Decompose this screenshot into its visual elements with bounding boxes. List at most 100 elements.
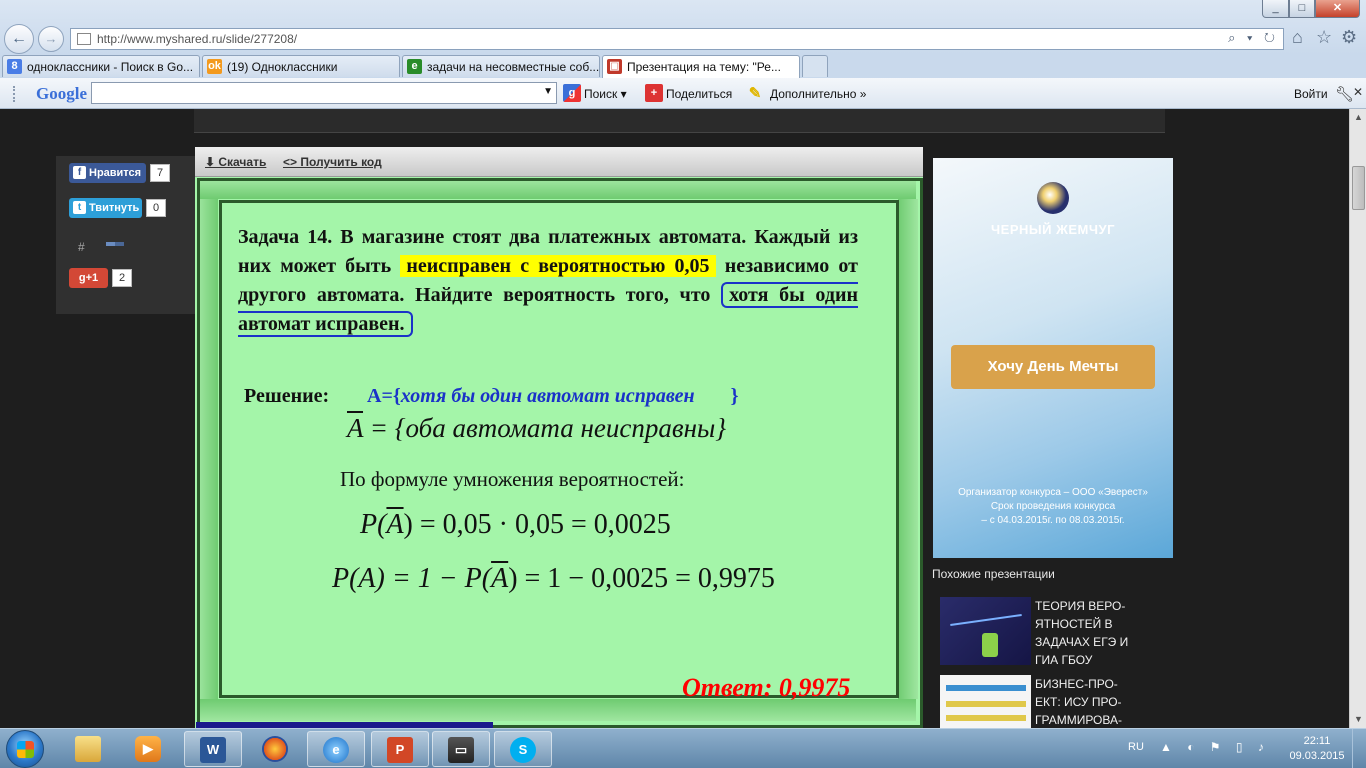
taskbar-explorer[interactable] xyxy=(60,731,118,767)
odnoklassniki-favicon-icon: ok xyxy=(207,59,222,74)
dropdown-arrow-icon[interactable]: ▼ xyxy=(543,86,553,97)
ad-cta-button[interactable]: Хочу День Мечты xyxy=(951,345,1155,389)
video-icon: ▭ xyxy=(448,737,474,763)
ad-banner[interactable]: ЧЕРНЫЙ ЖЕМЧУГ Хочу День Мечты Организато… xyxy=(933,158,1173,558)
forward-button[interactable]: → xyxy=(38,26,64,52)
toolbar-grip-icon[interactable] xyxy=(13,86,17,102)
search-button[interactable]: Поиск ▾ xyxy=(584,87,627,101)
scroll-up-icon[interactable]: ▲ xyxy=(1350,109,1366,126)
similar-title[interactable]: БИЗНЕС-ПРО-ЕКТ: ИСУ ПРО-ГРАММИРОВА- xyxy=(1035,675,1135,728)
scroll-down-icon[interactable]: ▼ xyxy=(1350,711,1366,728)
tab-label: (19) Одноклассники xyxy=(227,60,338,74)
google-plus-button[interactable]: g+1 xyxy=(69,268,108,288)
language-indicator[interactable]: RU xyxy=(1128,741,1144,753)
event-a: A={хотя бы один автомат исправен} xyxy=(367,385,739,408)
clock[interactable]: 22:11 09.03.2015 xyxy=(1288,734,1346,764)
firefox-icon xyxy=(262,736,288,762)
not-a-definition: = {оба автомата неисправны} xyxy=(363,413,727,443)
google-search-input[interactable]: ▼ xyxy=(91,82,557,104)
internet-explorer-icon: e xyxy=(323,737,349,763)
scroll-thumb[interactable] xyxy=(1352,166,1365,210)
login-button[interactable]: Войти xyxy=(1294,87,1328,101)
tab-tasks[interactable]: e задачи на несовместные соб... xyxy=(402,55,600,77)
similar-thumbnail[interactable] xyxy=(940,597,1031,665)
taskbar-video[interactable]: ▭ xyxy=(432,731,490,767)
url-text[interactable]: http://www.myshared.ru/slide/277208/ xyxy=(97,32,297,46)
skype-icon: S xyxy=(510,737,536,763)
formula-1: P(A) = 0,05 · 0,05 = 0,0025 xyxy=(360,509,671,541)
taskbar-internet-explorer[interactable]: e xyxy=(307,731,365,767)
answer-text: Ответ: 0,9975 xyxy=(682,673,851,702)
ad-note-line: – с 04.03.2015г. по 08.03.2015г. xyxy=(981,515,1125,526)
minimize-button[interactable]: _ xyxy=(1262,0,1289,18)
pearl-logo-icon xyxy=(1037,182,1069,214)
google-favicon-icon: 8 xyxy=(7,59,22,74)
address-bar[interactable]: http://www.myshared.ru/slide/277208/ ⌕ ▾… xyxy=(70,28,1284,50)
share-button[interactable]: Поделиться xyxy=(666,87,732,101)
hash-icon[interactable]: # xyxy=(78,240,85,254)
get-code-link[interactable]: <> Получить код xyxy=(283,155,382,169)
slide-viewer: ⬇ Скачать <> Получить код Задача 14. В м… xyxy=(195,147,923,728)
tab-label: одноклассники - Поиск в Go... xyxy=(27,60,194,74)
ad-note-line: Организатор конкурса – ООО «Эверест» xyxy=(958,487,1148,498)
home-icon[interactable]: ⌂ xyxy=(1292,27,1303,48)
formula-2-b: ) = 1 − 0,0025 = 0,9975 xyxy=(508,563,775,594)
close-window-button[interactable]: ✕ xyxy=(1315,0,1360,18)
pencil-icon[interactable]: ✎ xyxy=(746,85,764,103)
like-label: Нравится xyxy=(89,167,142,179)
twitter-icon: t xyxy=(73,201,86,214)
facebook-icon: f xyxy=(73,166,86,179)
tab-odnoklassniki[interactable]: ok (19) Одноклассники xyxy=(202,55,400,77)
social-share-panel: f Нравится 7 t Твитнуть 0 # g+1 2 xyxy=(56,156,196,314)
tray-icons[interactable]: ▲ ◐ ⚑ ▯ ♪ xyxy=(1160,740,1270,754)
twitter-tweet-button[interactable]: t Твитнуть xyxy=(69,198,142,218)
tab-label: задачи на несовместные соб... xyxy=(427,60,600,74)
taskbar-media-player[interactable]: ▶ xyxy=(120,731,178,767)
start-button[interactable] xyxy=(6,730,44,768)
tab-presentation[interactable]: ▣ Презентация на тему: "Ре... xyxy=(602,55,800,78)
google-toolbar: Google ▼ g Поиск ▾ + Поделиться ✎ Дополн… xyxy=(0,78,1366,109)
event-a-suffix: } xyxy=(730,385,739,407)
site-favicon-icon: e xyxy=(407,59,422,74)
browser-titlebar: _ □ ✕ ← → http://www.myshared.ru/slide/2… xyxy=(0,0,1366,54)
vertical-scrollbar[interactable]: ▲ ▼ xyxy=(1349,109,1366,728)
back-button[interactable]: ← xyxy=(4,24,34,54)
google-search-icon[interactable]: g xyxy=(563,84,581,102)
similar-title[interactable]: ТЕОРИЯ ВЕРО-ЯТНОСТЕЙ В ЗАДАЧАХ ЕГЭ И ГИА… xyxy=(1035,597,1135,669)
download-link[interactable]: ⬇ Скачать xyxy=(205,155,266,169)
formula-1-lhs: P( xyxy=(360,509,387,540)
similar-heading: Похожие презентации xyxy=(932,567,1055,581)
more-button[interactable]: Дополнительно » xyxy=(770,87,866,101)
similar-thumbnail[interactable] xyxy=(940,675,1031,728)
address-tools[interactable]: ⌕ ▾ ↻ xyxy=(1228,30,1279,46)
ad-note: Организатор конкурса – ООО «Эверест» Сро… xyxy=(933,486,1173,528)
close-toolbar-icon[interactable]: ✕ xyxy=(1353,85,1363,99)
tab-google-search[interactable]: 8 одноклассники - Поиск в Go... xyxy=(2,55,200,77)
page-favicon-icon xyxy=(77,33,91,45)
thumb-row xyxy=(946,685,1026,691)
favorites-star-icon[interactable]: ☆ xyxy=(1316,27,1332,48)
formula-2-var: A xyxy=(491,563,509,594)
taskbar-skype[interactable]: S xyxy=(494,731,552,767)
share-icon[interactable]: + xyxy=(645,84,663,102)
gear-icon[interactable]: ⚙ xyxy=(1341,27,1357,48)
taskbar-firefox[interactable] xyxy=(247,731,305,767)
maximize-button[interactable]: □ xyxy=(1289,0,1315,18)
arrow-right-icon: → xyxy=(44,31,58,46)
problem-text: Задача 14. В магазине стоят два платежны… xyxy=(238,223,858,339)
show-desktop-button[interactable] xyxy=(1352,729,1366,768)
thumb-row xyxy=(946,701,1026,707)
wrench-icon[interactable]: 🔧︎ xyxy=(1335,85,1354,103)
powerpoint-icon: P xyxy=(387,737,413,763)
like-count: 7 xyxy=(150,164,170,182)
formula-2-a: P(A) = 1 − P( xyxy=(332,563,492,594)
vk-share-icon[interactable] xyxy=(106,242,124,246)
thumb-row xyxy=(946,715,1026,721)
taskbar-word[interactable]: W xyxy=(184,731,242,767)
ad-note-line: Срок проведения конкурса xyxy=(990,501,1116,512)
problem-highlight: неисправен с вероятностью 0,05 xyxy=(400,255,716,277)
facebook-like-button[interactable]: f Нравится xyxy=(69,163,146,183)
page-header-strip xyxy=(194,109,1165,133)
taskbar-powerpoint[interactable]: P xyxy=(371,731,429,767)
new-tab-button[interactable] xyxy=(802,55,828,77)
